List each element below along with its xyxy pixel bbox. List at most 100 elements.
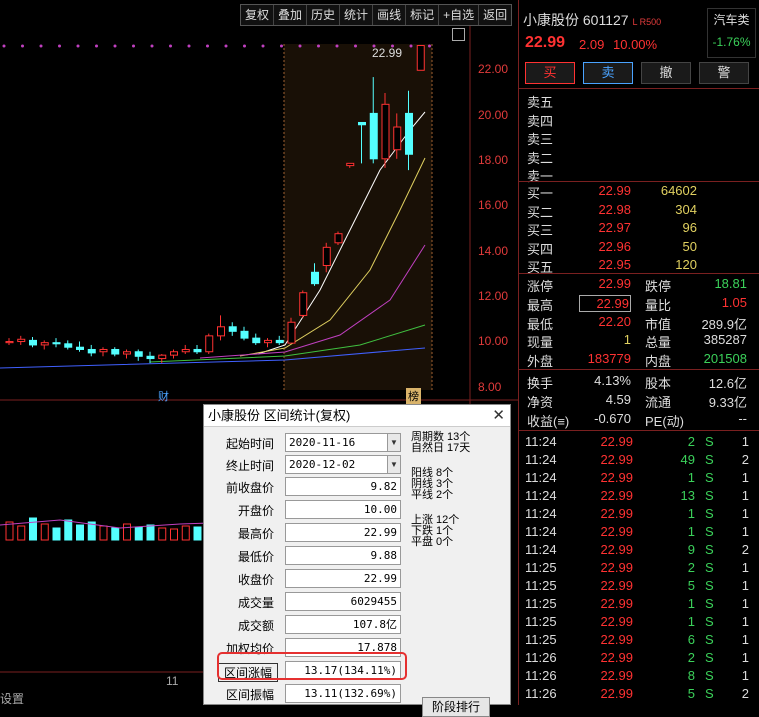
candle-body bbox=[346, 162, 355, 167]
settings-link[interactable]: 设置 bbox=[0, 690, 24, 707]
tick-price: 22.99 bbox=[600, 578, 633, 593]
tick-price: 22.99 bbox=[600, 506, 633, 521]
bid-row: 买四 22.96 50 bbox=[519, 239, 759, 257]
y-tick: 18.00 bbox=[478, 153, 509, 167]
sector-box[interactable]: 汽车类 -1.76% bbox=[707, 8, 756, 58]
candle-body bbox=[193, 348, 202, 353]
tick-time: 11:24 bbox=[525, 434, 557, 449]
dialog-title: 小康股份 区间统计(复权) bbox=[204, 405, 510, 427]
tick-volume: 5 bbox=[687, 578, 695, 593]
tick-volume: 1 bbox=[687, 506, 695, 521]
tick-row: 11:25 22.99 6 S 1 bbox=[519, 632, 759, 650]
finance-marker[interactable]: 财 bbox=[158, 388, 169, 404]
alert-button[interactable]: 警 bbox=[699, 62, 749, 84]
tick-time: 11:26 bbox=[525, 686, 557, 701]
field-label: 成交量 bbox=[237, 596, 274, 610]
bid-volume: 64602 bbox=[660, 183, 697, 198]
stat-value: 22.99 bbox=[579, 294, 631, 312]
signal-dot bbox=[2, 44, 6, 48]
tick-side: S bbox=[705, 560, 714, 575]
tick-row: 11:25 22.99 2 S 1 bbox=[519, 560, 759, 578]
tick-row: 11:26 22.99 2 S 1 bbox=[519, 650, 759, 668]
candle-body bbox=[170, 351, 178, 356]
volume-bar bbox=[170, 528, 178, 541]
signal-dot bbox=[428, 44, 431, 48]
stage-ranking-button[interactable]: 阶段排行 bbox=[422, 697, 490, 717]
candle-body bbox=[111, 348, 120, 355]
signal-dot bbox=[261, 44, 265, 48]
signal-dot bbox=[243, 44, 246, 48]
start-time-select[interactable]: 2020-11-16 bbox=[285, 433, 389, 452]
tick-row: 11:24 22.99 2 S 1 bbox=[519, 434, 759, 452]
sector-name: 汽车类 bbox=[713, 13, 750, 27]
tick-time: 11:26 bbox=[525, 668, 557, 683]
bid-label: 买一 bbox=[527, 186, 554, 201]
y-tick: 12.00 bbox=[478, 289, 509, 303]
stat-row: 外盘 183779 内盘 201508 bbox=[519, 351, 759, 369]
tick-count: 1 bbox=[741, 596, 749, 611]
tick-price: 22.99 bbox=[600, 542, 633, 557]
toolbar-statistics[interactable]: 统计 bbox=[340, 5, 374, 25]
stock-header: 小康股份 601127 L R500 bbox=[523, 10, 661, 30]
stat-value: 201508 bbox=[703, 351, 747, 367]
candle-body bbox=[240, 330, 249, 339]
candle-body bbox=[5, 341, 14, 344]
stat-label: 市值 bbox=[645, 316, 672, 332]
signal-dot bbox=[132, 44, 135, 48]
bid-row: 买二 22.98 304 bbox=[519, 202, 759, 220]
toolbar-restore-rights[interactable]: 复权 bbox=[241, 5, 275, 25]
cancel-order-button[interactable]: 撤 bbox=[641, 62, 691, 84]
tick-row: 11:24 22.99 9 S 2 bbox=[519, 542, 759, 560]
chevron-down-icon[interactable]: ▼ bbox=[387, 455, 401, 474]
toolbar-draw-line[interactable]: 画线 bbox=[373, 5, 407, 25]
candle-body bbox=[416, 45, 425, 71]
tick-volume: 1 bbox=[687, 470, 695, 485]
field-label: 前收盘价 bbox=[225, 481, 274, 495]
interval-stats-dialog: 小康股份 区间统计(复权) ✕ 起始时间 2020-11-16 ▼ 终止时间 2… bbox=[203, 404, 511, 717]
toolbar-history[interactable]: 历史 bbox=[307, 5, 341, 25]
stat-row: 现量 1 总量 385287 bbox=[519, 332, 759, 350]
tick-side: S bbox=[705, 686, 714, 701]
window-icon[interactable] bbox=[452, 28, 465, 41]
buy-button[interactable]: 买 bbox=[525, 62, 575, 84]
candle-body bbox=[76, 346, 84, 350]
tick-row: 11:26 22.99 5 S 2 bbox=[519, 686, 759, 704]
tick-time: 11:26 bbox=[525, 650, 557, 665]
tick-price: 22.99 bbox=[600, 524, 633, 539]
end-time-label: 终止时间 bbox=[225, 459, 274, 473]
toolbar-mark[interactable]: 标记 bbox=[406, 5, 440, 25]
list-marker[interactable]: 榜 bbox=[406, 388, 421, 404]
divider bbox=[519, 273, 759, 274]
tick-count: 1 bbox=[741, 650, 749, 665]
price-change-pct: 10.00% bbox=[613, 37, 658, 52]
close-icon[interactable]: ✕ bbox=[492, 406, 505, 424]
tick-volume: 8 bbox=[687, 668, 695, 683]
candle-body bbox=[17, 338, 26, 343]
chevron-down-icon[interactable]: ▼ bbox=[387, 433, 401, 452]
tick-price: 22.99 bbox=[600, 614, 633, 629]
tick-volume: 49 bbox=[680, 452, 695, 467]
toolbar-back[interactable]: 返回 bbox=[479, 5, 511, 25]
ask-row: 卖五 bbox=[519, 92, 759, 110]
signal-dot bbox=[113, 44, 117, 48]
stat-row: 最低 22.20 市值 289.9亿 bbox=[519, 314, 759, 332]
bid-label: 买二 bbox=[527, 204, 554, 220]
ask-label: 卖四 bbox=[527, 113, 554, 129]
sell-button[interactable]: 卖 bbox=[583, 62, 633, 84]
candle-body bbox=[217, 326, 225, 337]
field-label: 开盘价 bbox=[237, 504, 274, 518]
tick-count: 2 bbox=[741, 452, 749, 467]
stat-value: 12.6亿 bbox=[708, 376, 747, 391]
bid-row: 买三 22.97 96 bbox=[519, 220, 759, 238]
field-value: 107.8亿 bbox=[285, 615, 401, 634]
stat-label: 最高 bbox=[527, 297, 554, 313]
toolbar-overlay[interactable]: 叠加 bbox=[274, 5, 308, 25]
signal-dot bbox=[409, 44, 413, 48]
tick-volume: 5 bbox=[687, 686, 695, 701]
current-price: 22.99 bbox=[525, 34, 566, 51]
tick-count: 1 bbox=[741, 578, 749, 593]
ask-label: 卖三 bbox=[527, 132, 554, 147]
tick-volume: 1 bbox=[687, 596, 695, 611]
toolbar-add-watchlist[interactable]: +自选 bbox=[439, 5, 480, 25]
end-time-select[interactable]: 2020-12-02 bbox=[285, 455, 389, 474]
